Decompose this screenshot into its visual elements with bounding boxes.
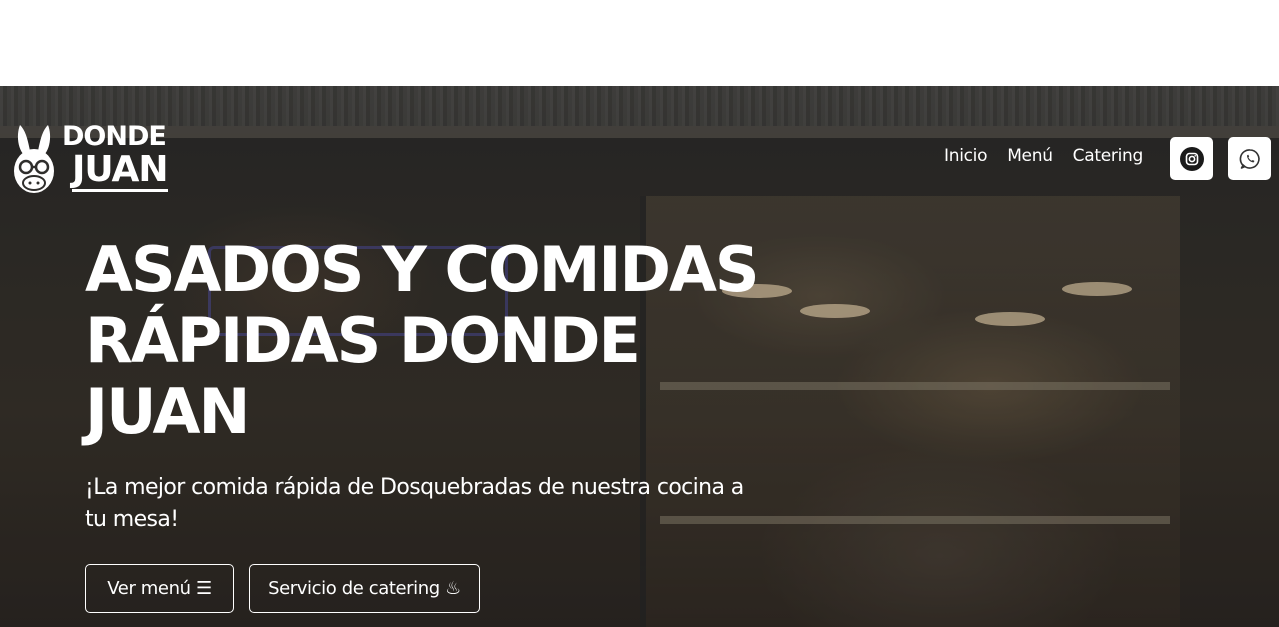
brand-line2: JUAN bbox=[72, 149, 169, 192]
brand-logo[interactable]: DONDE JUAN bbox=[12, 121, 169, 203]
whatsapp-button[interactable] bbox=[1228, 137, 1271, 180]
headline-line: RÁPIDAS DONDE bbox=[85, 304, 641, 377]
headline-line: JUAN bbox=[85, 375, 250, 448]
instagram-icon bbox=[1179, 146, 1204, 171]
brand-wordmark: DONDE JUAN bbox=[62, 121, 169, 192]
donkey-icon bbox=[14, 125, 54, 193]
catering-service-label: Servicio de catering bbox=[268, 578, 440, 599]
main-nav: Inicio Menú Catering bbox=[934, 146, 1153, 166]
view-menu-button[interactable]: Ver menú ☰ bbox=[85, 564, 234, 613]
nav-item-menu[interactable]: Menú bbox=[997, 146, 1062, 166]
headline-line: ASADOS Y COMIDAS bbox=[85, 233, 760, 306]
view-menu-label: Ver menú bbox=[107, 578, 191, 599]
instagram-button[interactable] bbox=[1170, 137, 1213, 180]
hot-food-icon: ♨ bbox=[445, 578, 461, 599]
nav-item-inicio[interactable]: Inicio bbox=[934, 146, 997, 166]
catering-service-button[interactable]: Servicio de catering ♨ bbox=[249, 564, 480, 613]
brand-line1: DONDE bbox=[62, 121, 167, 152]
menu-icon: ☰ bbox=[195, 578, 212, 599]
top-blank-area bbox=[0, 0, 1279, 86]
whatsapp-icon bbox=[1239, 148, 1260, 169]
nav-item-catering[interactable]: Catering bbox=[1063, 146, 1153, 166]
hero-subtitle: ¡La mejor comida rápida de Dosquebradas … bbox=[85, 475, 744, 532]
hero-headline: ASADOS Y COMIDAS RÁPIDAS DONDE JUAN bbox=[85, 234, 785, 447]
